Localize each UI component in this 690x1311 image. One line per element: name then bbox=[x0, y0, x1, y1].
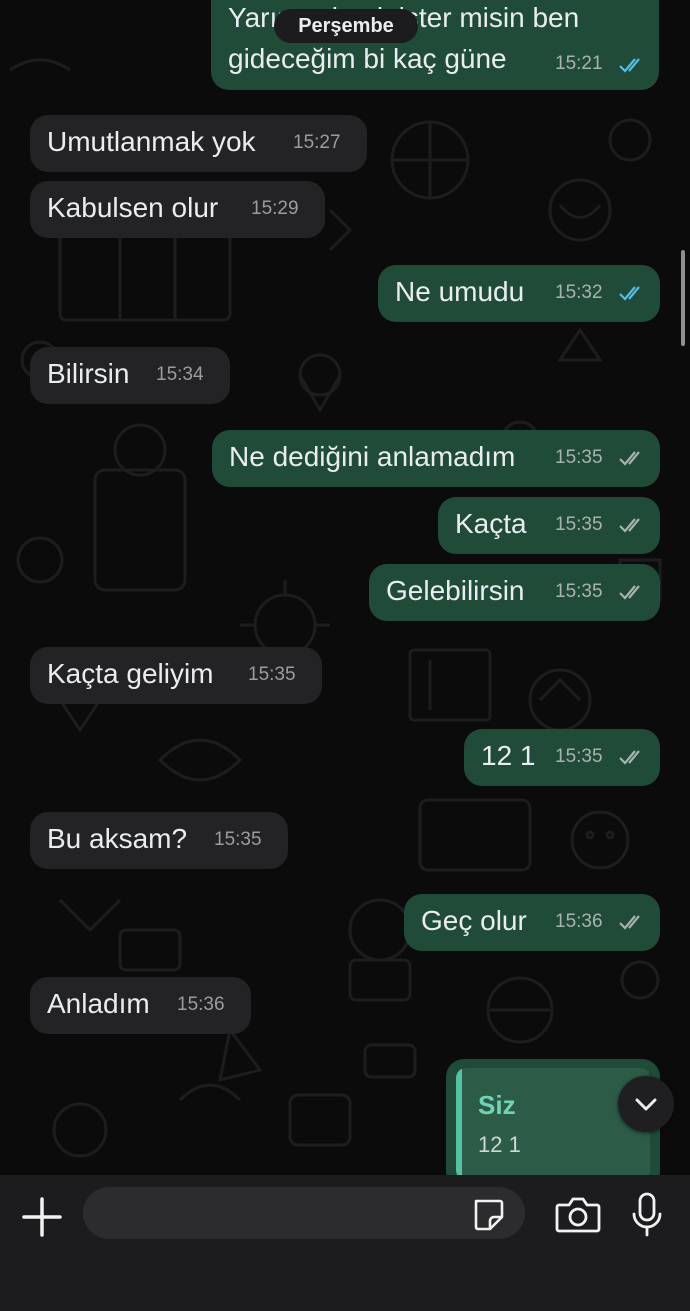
quote-accent-bar bbox=[456, 1068, 462, 1175]
message-bubble-incoming[interactable]: Kabulsen olur 15:29 bbox=[30, 181, 325, 238]
message-bubble-incoming[interactable]: Kaçta geliyim 15:35 bbox=[30, 647, 322, 704]
message-time: 15:36 bbox=[555, 911, 603, 932]
message-input[interactable] bbox=[83, 1187, 525, 1239]
message-bubble-outgoing[interactable]: Kaçta 15:35 bbox=[438, 497, 660, 554]
message-time: 15:35 bbox=[555, 581, 603, 602]
message-text: 12 1 bbox=[481, 740, 536, 771]
message-bubble-incoming[interactable]: Umutlanmak yok 15:27 bbox=[30, 115, 367, 172]
scrollbar[interactable] bbox=[681, 250, 685, 346]
delivered-ticks-icon bbox=[619, 750, 640, 765]
message-composer bbox=[0, 1175, 690, 1311]
message-text: Kaçta bbox=[455, 508, 527, 539]
message-text: Bilirsin bbox=[47, 358, 130, 389]
delivered-ticks-icon bbox=[619, 585, 640, 600]
delivered-ticks-icon bbox=[619, 451, 640, 466]
message-bubble-outgoing[interactable]: 12 1 15:35 bbox=[464, 729, 660, 786]
message-text: Anladım bbox=[47, 988, 150, 1019]
message-text: Ne umudu bbox=[395, 276, 525, 307]
message-time: 15:35 bbox=[555, 746, 603, 767]
message-time: 15:35 bbox=[248, 664, 296, 685]
message-bubble-incoming[interactable]: Bilirsin 15:34 bbox=[30, 347, 230, 404]
message-text: Bu aksam? bbox=[47, 823, 188, 854]
message-time: 15:27 bbox=[293, 132, 341, 153]
quoted-text: 12 1 bbox=[478, 1132, 521, 1157]
message-bubble-outgoing[interactable]: Gelebilirsin 15:35 bbox=[369, 564, 660, 621]
message-bubble-incoming[interactable]: Bu aksam? 15:35 bbox=[30, 812, 288, 869]
microphone-icon[interactable] bbox=[630, 1192, 664, 1238]
message-time: 15:21 bbox=[555, 53, 603, 74]
message-text: Kabulsen olur bbox=[47, 192, 219, 223]
plus-icon[interactable] bbox=[20, 1195, 64, 1239]
message-text-line-2: gideceğim bi kaç güne bbox=[228, 43, 507, 74]
message-text: Kaçta geliyim bbox=[47, 658, 214, 689]
message-text: Gelebilirsin bbox=[386, 575, 525, 606]
message-time: 15:35 bbox=[555, 447, 603, 468]
message-bubble-outgoing[interactable]: Ne dediğini anlamadım 15:35 bbox=[212, 430, 660, 487]
message-time: 15:32 bbox=[555, 282, 603, 303]
message-time: 15:35 bbox=[214, 829, 262, 850]
scroll-to-bottom-button[interactable] bbox=[618, 1076, 674, 1132]
read-ticks-icon bbox=[619, 286, 640, 301]
chat-area[interactable]: Yarın gelmek ister misin ben gideceğim b… bbox=[0, 0, 690, 1175]
message-bubble-incoming[interactable]: Anladım 15:36 bbox=[30, 977, 251, 1034]
message-time: 15:29 bbox=[251, 198, 299, 219]
message-time: 15:36 bbox=[177, 994, 225, 1015]
quoted-author: Siz bbox=[478, 1090, 516, 1120]
read-ticks-icon bbox=[619, 58, 640, 73]
message-time: 15:35 bbox=[555, 514, 603, 535]
delivered-ticks-icon bbox=[619, 518, 640, 533]
delivered-ticks-icon bbox=[619, 915, 640, 930]
camera-icon[interactable] bbox=[555, 1195, 601, 1235]
message-time: 15:34 bbox=[156, 364, 204, 385]
date-separator: Perşembe bbox=[274, 9, 418, 43]
message-text: Ne dediğini anlamadım bbox=[229, 441, 516, 472]
message-bubble-outgoing[interactable]: Ne umudu 15:32 bbox=[378, 265, 660, 322]
message-text: Geç olur bbox=[421, 905, 527, 936]
sticker-icon[interactable] bbox=[470, 1197, 506, 1233]
chevron-down-icon bbox=[635, 1098, 657, 1111]
message-text: Umutlanmak yok bbox=[47, 126, 256, 157]
message-bubble-outgoing[interactable]: Geç olur 15:36 bbox=[404, 894, 660, 951]
